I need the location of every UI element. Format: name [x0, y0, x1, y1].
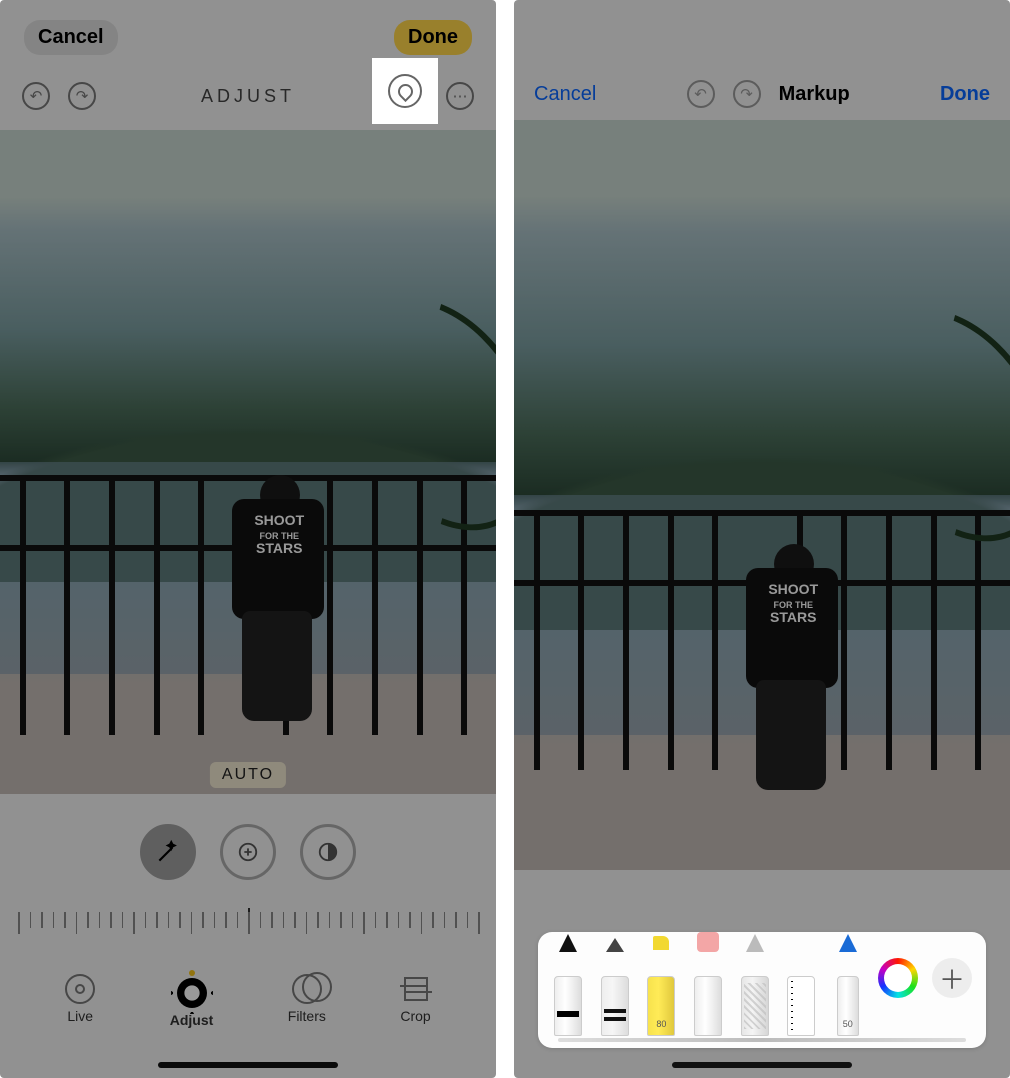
- pen-tool-icon[interactable]: [552, 950, 585, 1036]
- markup-button-highlight: [372, 58, 438, 124]
- lasso-tool-icon[interactable]: [738, 950, 771, 1036]
- eraser-tool-icon[interactable]: [692, 950, 725, 1036]
- tab-label: Crop: [400, 1008, 430, 1024]
- tool-value: 80: [648, 1019, 674, 1029]
- exposure-icon[interactable]: [220, 824, 276, 880]
- tab-label: Adjust: [170, 1012, 214, 1028]
- undo-icon[interactable]: ↶: [687, 80, 715, 108]
- tab-crop[interactable]: Crop: [400, 974, 430, 1024]
- pencil-tool-icon[interactable]: 50: [831, 950, 864, 1036]
- home-indicator[interactable]: [672, 1062, 852, 1068]
- tab-live[interactable]: Live: [65, 974, 95, 1024]
- undo-icon[interactable]: ↶: [22, 82, 50, 110]
- markup-topbar: Cancel ↶ ↷ Markup Done: [514, 70, 1010, 118]
- highlighter-tool-icon[interactable]: 80: [645, 950, 678, 1036]
- done-button[interactable]: Done: [940, 83, 990, 106]
- tab-filters[interactable]: Filters: [288, 974, 326, 1024]
- auto-enhance-chip[interactable]: AUTO: [210, 762, 286, 788]
- color-well[interactable]: [878, 958, 918, 998]
- tool-value: 50: [838, 1019, 858, 1029]
- tab-label: Filters: [288, 1008, 326, 1024]
- marker-tool-icon[interactable]: [599, 950, 632, 1036]
- tab-adjust[interactable]: Adjust: [170, 970, 214, 1028]
- edit-tabbar: Live Adjust Filters Crop: [0, 960, 496, 1038]
- ellipsis-circle-icon[interactable]: ⋯: [446, 82, 474, 110]
- cancel-button[interactable]: Cancel: [24, 20, 118, 55]
- markup-title: Markup: [779, 83, 850, 106]
- adjust-tool-row: [0, 814, 496, 890]
- plus-icon[interactable]: ＋: [932, 958, 972, 998]
- crop-icon: [404, 977, 428, 1001]
- tab-label: Live: [67, 1008, 93, 1024]
- screenshot-markup: Cancel ↶ ↷ Markup Done SHOOT FOR THE STA…: [514, 0, 1010, 1078]
- done-button[interactable]: Done: [394, 20, 472, 55]
- photo-canvas[interactable]: SHOOT FOR THE STARS: [514, 120, 1010, 870]
- markup-tool-palette: 80 50 ＋: [538, 932, 986, 1048]
- edit-mode-title: ADJUST: [201, 86, 295, 107]
- photo-subject: SHOOT FOR THE STARS: [732, 520, 852, 810]
- ruler-tool-icon[interactable]: [785, 950, 818, 1036]
- home-indicator[interactable]: [158, 1062, 338, 1068]
- contrast-icon[interactable]: [300, 824, 356, 880]
- adjust-dial-icon: [177, 978, 207, 1008]
- cancel-button[interactable]: Cancel: [534, 83, 596, 106]
- live-icon: [65, 974, 95, 1004]
- photo-canvas[interactable]: SHOOT FOR THE STARS AUTO: [0, 130, 496, 794]
- screenshot-edit-adjust: Cancel Done ↶ ↷ ADJUST ⋯: [0, 0, 496, 1078]
- edit-topbar: Cancel Done: [0, 12, 496, 62]
- markup-pen-icon[interactable]: [388, 74, 422, 108]
- redo-icon[interactable]: ↷: [68, 82, 96, 110]
- photo-subject: SHOOT FOR THE STARS: [218, 451, 338, 741]
- redo-icon[interactable]: ↷: [733, 80, 761, 108]
- filters-icon: [292, 974, 322, 1004]
- adjust-slider[interactable]: [18, 902, 478, 942]
- magic-wand-icon[interactable]: [140, 824, 196, 880]
